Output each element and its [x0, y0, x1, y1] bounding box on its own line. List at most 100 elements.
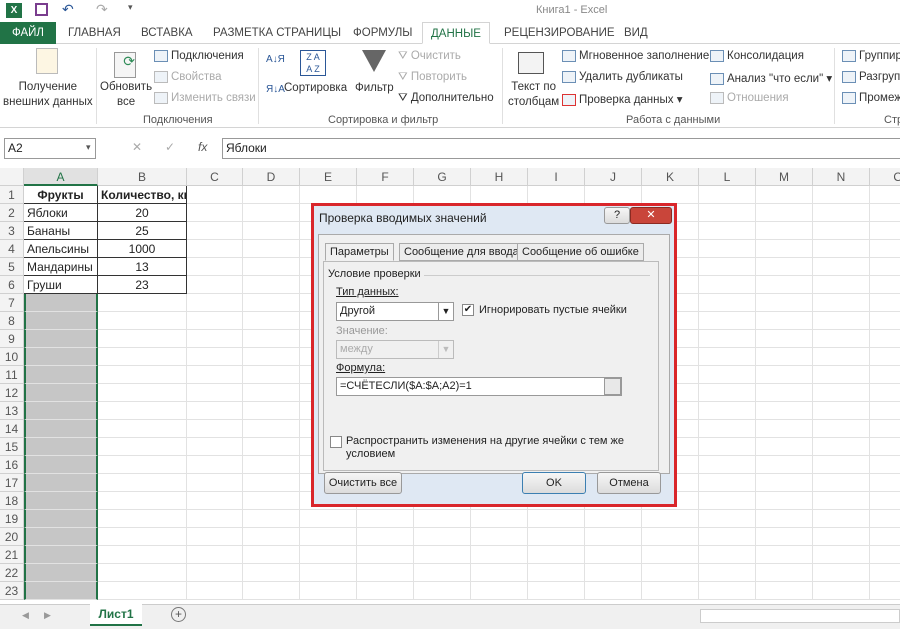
cell[interactable] — [870, 528, 900, 546]
cell[interactable] — [300, 528, 357, 546]
cell[interactable] — [813, 510, 870, 528]
cell[interactable] — [98, 312, 187, 330]
cell[interactable] — [870, 348, 900, 366]
data-cell[interactable]: 1000 — [98, 240, 187, 258]
cell[interactable] — [243, 222, 300, 240]
cell[interactable] — [528, 528, 585, 546]
cell[interactable] — [243, 546, 300, 564]
cell[interactable] — [870, 258, 900, 276]
cell[interactable] — [300, 564, 357, 582]
cell[interactable] — [813, 204, 870, 222]
cell[interactable] — [813, 420, 870, 438]
cell[interactable] — [585, 582, 642, 600]
row-header[interactable]: 4 — [0, 240, 24, 258]
cell[interactable] — [699, 384, 756, 402]
cell[interactable] — [24, 510, 98, 528]
cell[interactable] — [243, 204, 300, 222]
cell[interactable] — [187, 348, 243, 366]
cell[interactable] — [98, 510, 187, 528]
cell[interactable] — [813, 258, 870, 276]
cell[interactable] — [642, 564, 699, 582]
tab-review[interactable]: РЕЦЕНЗИРОВАНИЕ — [496, 22, 623, 44]
cell[interactable] — [870, 546, 900, 564]
cell[interactable] — [98, 420, 187, 438]
cell[interactable] — [471, 528, 528, 546]
cell[interactable] — [756, 582, 813, 600]
flash-fill-button[interactable]: Мгновенное заполнение — [562, 50, 709, 62]
cell[interactable] — [756, 186, 813, 204]
column-header[interactable]: F — [357, 168, 414, 186]
cell[interactable] — [187, 312, 243, 330]
edit-links-button[interactable]: Изменить связи — [154, 92, 256, 104]
cell[interactable] — [24, 546, 98, 564]
row-header[interactable]: 19 — [0, 510, 24, 528]
tab-home[interactable]: ГЛАВНАЯ — [60, 22, 129, 44]
prev-sheet-icon[interactable]: ◀ — [22, 610, 29, 621]
cell[interactable] — [24, 384, 98, 402]
tab-error-alert[interactable]: Сообщение об ошибке — [517, 243, 644, 261]
cell[interactable] — [756, 510, 813, 528]
row-header[interactable]: 7 — [0, 294, 24, 312]
cell[interactable] — [528, 546, 585, 564]
column-header[interactable]: C — [187, 168, 243, 186]
cell[interactable] — [528, 510, 585, 528]
cell[interactable] — [98, 366, 187, 384]
row-header[interactable]: 6 — [0, 276, 24, 294]
column-header[interactable]: J — [585, 168, 642, 186]
cell[interactable] — [187, 528, 243, 546]
cell[interactable] — [756, 438, 813, 456]
column-header[interactable]: H — [471, 168, 528, 186]
text-to-columns-button[interactable]: Текст по столбцам — [508, 80, 559, 110]
cell[interactable] — [699, 204, 756, 222]
cell[interactable] — [24, 564, 98, 582]
cancel-icon[interactable]: ✕ — [132, 140, 142, 154]
cell[interactable] — [585, 546, 642, 564]
subtotal-button[interactable]: Промеж — [842, 92, 900, 104]
row-header[interactable]: 11 — [0, 366, 24, 384]
cell[interactable] — [24, 456, 98, 474]
cell[interactable] — [243, 330, 300, 348]
cell[interactable] — [756, 546, 813, 564]
cell[interactable] — [756, 258, 813, 276]
tab-page-layout[interactable]: РАЗМЕТКА СТРАНИЦЫ — [205, 22, 349, 44]
cell[interactable] — [98, 546, 187, 564]
cell[interactable] — [187, 420, 243, 438]
cell[interactable] — [813, 582, 870, 600]
cell[interactable] — [756, 474, 813, 492]
cell[interactable] — [300, 186, 357, 204]
column-header[interactable]: K — [642, 168, 699, 186]
tab-view[interactable]: ВИД — [616, 22, 656, 44]
cell[interactable] — [699, 492, 756, 510]
data-type-select[interactable]: Другой — [336, 302, 454, 321]
advanced-button[interactable]: ⛛ Дополнительно — [398, 92, 494, 105]
cell[interactable] — [243, 474, 300, 492]
cell[interactable] — [98, 384, 187, 402]
column-header[interactable]: O — [870, 168, 900, 186]
ok-button[interactable]: OK — [522, 472, 586, 494]
cell[interactable] — [870, 366, 900, 384]
cell[interactable] — [24, 528, 98, 546]
cell[interactable] — [243, 348, 300, 366]
filter-button[interactable]: Фильтр — [355, 82, 394, 94]
column-header[interactable]: M — [756, 168, 813, 186]
data-cell[interactable]: 25 — [98, 222, 187, 240]
column-header[interactable]: G — [414, 168, 471, 186]
cell[interactable] — [187, 186, 243, 204]
cell[interactable] — [187, 366, 243, 384]
ignore-blank-checkbox[interactable]: ✔ — [462, 304, 474, 316]
cell[interactable] — [187, 456, 243, 474]
cell[interactable] — [243, 312, 300, 330]
cell[interactable] — [813, 348, 870, 366]
cell[interactable] — [813, 492, 870, 510]
cell[interactable] — [243, 582, 300, 600]
cell[interactable] — [642, 528, 699, 546]
clear-button[interactable]: ⛛ Очистить — [398, 50, 461, 63]
sheet-tab[interactable]: Лист1 — [90, 604, 142, 626]
cell[interactable] — [642, 186, 699, 204]
cell[interactable] — [24, 492, 98, 510]
cell[interactable] — [24, 348, 98, 366]
cell[interactable] — [471, 564, 528, 582]
get-external-data-button[interactable]: Получение внешних данных — [3, 80, 93, 110]
cell[interactable] — [813, 456, 870, 474]
cell[interactable] — [471, 546, 528, 564]
